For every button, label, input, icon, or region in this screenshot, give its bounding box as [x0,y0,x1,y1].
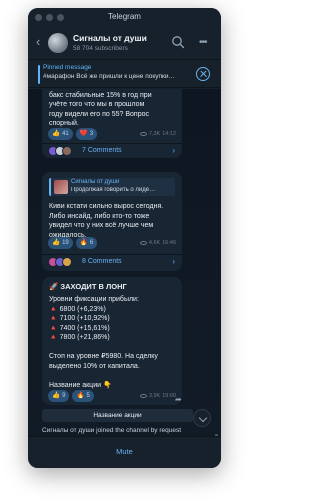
post-text: Уровни фиксации прибыли: 🔺 6800 (+6,23%)… [49,296,158,389]
comments-label: 8 Comments [82,258,122,265]
reaction-chip[interactable]: 👍 19 [48,237,73,249]
commenter-avatar [62,146,72,156]
fire-icon: 🔥 [76,392,85,399]
telegram-window: Telegram ‹ Сигналы от души 58 704 subscr… [28,8,221,468]
close-pinned-icon[interactable] [196,67,210,81]
reaction-chip[interactable]: 🔥 6 [75,237,98,249]
reaction-count: 19 [62,240,69,246]
views-count: 3,9K [148,393,161,399]
reaction-count: 9 [62,393,66,399]
service-message: Сигналы от души joined the channel by re… [42,427,182,434]
reaction-chip[interactable]: 🔥 5 [72,390,94,402]
pinned-accent-bar [38,65,40,84]
window-title: Telegram [108,12,141,21]
post-text: же больше. Все же дает ли вам бакс стаби… [49,91,152,128]
reply-text: Продолжая говорить о лиде… [71,187,156,193]
post-time: 16:46 [162,240,176,246]
reply-thumbnail [54,180,68,194]
views-icon [139,132,147,136]
channel-name[interactable]: Сигналы от души [73,33,147,43]
pinned-title: Pinned message [43,64,92,71]
views-icon [139,241,147,245]
reactions-row: 👍 19 🔥 6 [48,237,98,249]
post-title: 🚀 ЗАХОДИТ В ЛОНГ [49,282,127,291]
heart-icon: ❤️ [79,130,88,137]
mute-button[interactable]: Mute [28,447,221,456]
commenter-avatar [62,257,72,267]
pinned-message-bar[interactable]: Pinned message #марафон Всё же пришли к … [28,61,221,88]
reply-quote[interactable]: Сигналы от души Продолжая говорить о лид… [49,178,175,196]
reply-author: Сигналы от души [71,179,120,185]
reaction-count: 5 [86,393,90,399]
post-time: 19:00 [162,393,176,399]
post-meta: 4,6K 16:46 [139,240,176,246]
views-icon [139,394,147,398]
title-bar: Telegram [28,8,221,26]
post-time: 14:12 [162,131,176,137]
thumbs-up-icon: 👍 [52,130,61,137]
channel-post: 🚀 ЗАХОДИТ В ЛОНГ Уровни фиксации прибыли… [42,277,182,405]
reactions-row: 👍 9 🔥 5 [48,390,94,402]
more-options-icon[interactable]: ••• [199,37,207,48]
message-list[interactable]: же больше. Все же дает ли вам бакс стаби… [28,89,221,436]
back-arrow-icon[interactable]: ‹ [36,34,40,49]
post-meta: 3,9K 19:00 [139,393,176,399]
scroll-down-icon[interactable] [193,409,211,427]
thumbs-up-icon: 👍 [52,392,61,399]
views-count: 4,6K [148,240,161,246]
views-count: 7,3K [148,131,161,137]
fire-icon: 🔥 [79,239,88,246]
pinned-text: #марафон Всё же пришли к цене покупки… [43,73,175,80]
chat-header: ‹ Сигналы от души 58 704 subscribers ••• [28,26,221,60]
comments-button[interactable]: 8 Comments › [42,254,182,269]
reaction-count: 41 [62,131,69,137]
thumbs-up-icon: 👍 [52,239,61,246]
inline-keyboard-button[interactable]: Название акции [42,409,193,422]
reaction-chip[interactable]: ❤️ 3 [75,128,98,140]
chevron-right-icon: › [172,146,175,155]
channel-post: же больше. Все же дает ли вам бакс стаби… [42,89,182,158]
reaction-chip[interactable]: 👍 41 [48,128,73,140]
bottom-bar: Mute [28,436,221,468]
channel-avatar[interactable] [48,33,68,53]
channel-post: Сигналы от души Продолжая говорить о лид… [42,172,182,271]
share-icon[interactable]: ➦ [175,395,182,404]
reaction-count: 6 [89,240,94,246]
chevron-right-icon: › [172,257,175,266]
commenter-avatars [48,146,72,156]
post-meta: 7,3K 14:12 [139,131,176,137]
reaction-chip[interactable]: 👍 9 [48,390,70,402]
search-icon[interactable] [171,35,185,49]
subscriber-count: 58 704 subscribers [73,45,128,52]
reaction-count: 3 [89,131,94,137]
reactions-row: 👍 41 ❤️ 3 [48,128,98,140]
commenter-avatars [48,257,72,267]
post-text: Киви кстати сильно вырос сегодня. Либо и… [49,203,164,239]
comments-button[interactable]: 7 Comments › [42,143,182,158]
comments-label: 7 Comments [82,147,122,154]
